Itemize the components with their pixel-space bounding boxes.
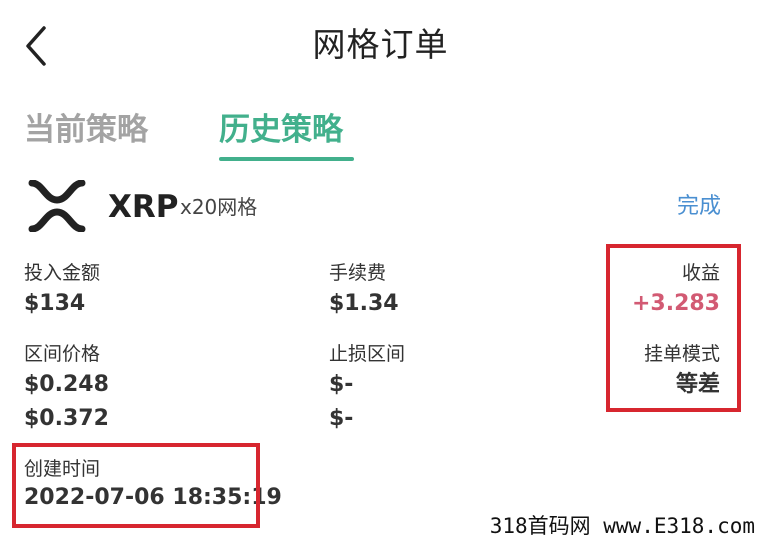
stop-loss-low: $- bbox=[329, 372, 354, 397]
price-range-low: $0.248 bbox=[24, 372, 109, 397]
created-time-highlight-box bbox=[12, 443, 260, 528]
tab-current-strategy[interactable]: 当前策略 bbox=[24, 108, 148, 152]
fee-label: 手续费 bbox=[329, 262, 387, 284]
stop-loss-high: $- bbox=[329, 406, 354, 431]
tab-history-strategy[interactable]: 历史策略 bbox=[219, 108, 343, 152]
grid-count: x20网格 bbox=[180, 195, 258, 219]
watermark-text: 318首码网 www.E318.com bbox=[489, 514, 755, 538]
investment-label: 投入金额 bbox=[24, 262, 101, 284]
price-range-high: $0.372 bbox=[24, 406, 109, 431]
coin-symbol: XRP bbox=[108, 189, 179, 225]
profit-highlight-box bbox=[606, 244, 741, 412]
active-tab-indicator bbox=[219, 157, 354, 161]
fee-value: $1.34 bbox=[329, 291, 399, 316]
investment-value: $134 bbox=[24, 291, 86, 316]
stop-loss-label: 止损区间 bbox=[329, 343, 406, 365]
price-range-label: 区间价格 bbox=[24, 343, 101, 365]
page-title: 网格订单 bbox=[312, 25, 449, 64]
order-status-link[interactable]: 完成 bbox=[677, 192, 721, 222]
xrp-logo-icon bbox=[28, 180, 86, 232]
